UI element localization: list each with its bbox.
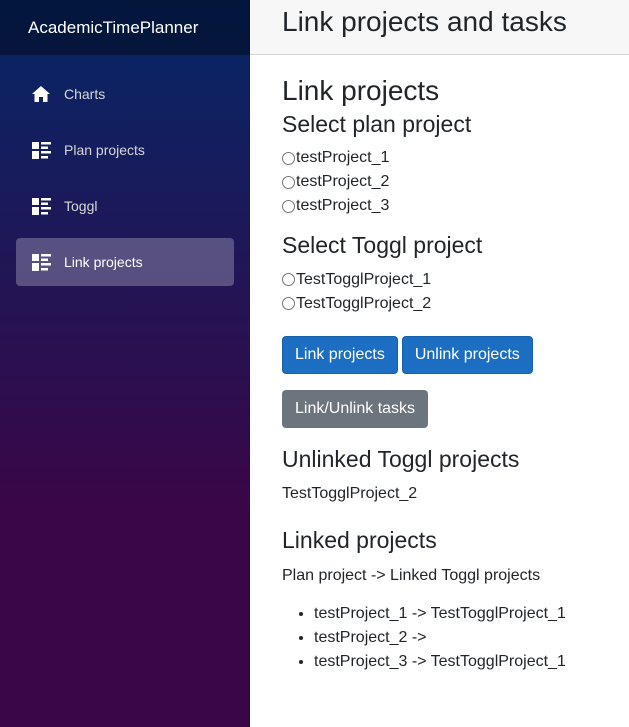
radio-button[interactable] xyxy=(282,175,295,189)
content: Link projects Select plan project testPr… xyxy=(250,55,629,674)
link-button-row: Link projects Unlink projects xyxy=(282,335,629,374)
list-icon xyxy=(31,197,51,215)
plan-option-label: testProject_1 xyxy=(296,149,390,167)
linked-list: testProject_1 -> TestTogglProject_1 test… xyxy=(282,602,629,674)
toggl-option-2[interactable]: TestTogglProject_2 xyxy=(282,292,629,316)
page-title: Link projects xyxy=(282,75,440,106)
nav-label-charts: Charts xyxy=(64,86,106,102)
nav-item-plan-projects: Plan projects xyxy=(0,122,250,178)
plan-option-label: testProject_2 xyxy=(296,173,390,191)
plan-option-3[interactable]: testProject_3 xyxy=(282,194,629,218)
list-item: testProject_3 -> TestTogglProject_1 xyxy=(314,650,629,674)
nav-label-plan-projects: Plan projects xyxy=(64,142,145,158)
sidebar: AcademicTimePlanner Charts Plan projects xyxy=(0,0,250,727)
top-row: Link projects and tasks xyxy=(250,0,629,55)
toggl-project-group: Select Toggl project TestTogglProject_1 … xyxy=(282,232,629,316)
nav-link-link-projects[interactable]: Link projects xyxy=(16,238,234,286)
home-icon xyxy=(31,85,51,103)
toggl-section-title: Select Toggl project xyxy=(282,232,483,259)
nav-item-link-projects: Link projects xyxy=(0,234,250,290)
toggl-option-label: TestTogglProject_2 xyxy=(296,294,432,312)
nav-menu: Charts Plan projects Toggl Link projects xyxy=(0,55,250,290)
brand-bar: AcademicTimePlanner xyxy=(0,0,250,55)
app-brand[interactable]: AcademicTimePlanner xyxy=(28,18,198,38)
linked-title: Linked projects xyxy=(282,527,437,554)
toggl-option-1[interactable]: TestTogglProject_1 xyxy=(282,268,629,292)
radio-button[interactable] xyxy=(282,199,295,213)
plan-option-1[interactable]: testProject_1 xyxy=(282,146,629,170)
nav-label-link-projects: Link projects xyxy=(64,254,143,270)
nav-item-toggl: Toggl xyxy=(0,178,250,234)
list-icon xyxy=(31,141,51,159)
unlinked-title: Unlinked Toggl projects xyxy=(282,445,520,472)
plan-section-title: Select plan project xyxy=(282,110,472,137)
nav-item-charts: Charts xyxy=(0,66,250,122)
nav-label-toggl: Toggl xyxy=(64,198,98,214)
list-item: testProject_2 -> xyxy=(314,626,629,650)
plan-option-2[interactable]: testProject_2 xyxy=(282,170,629,194)
linked-subtitle: Plan project -> Linked Toggl projects xyxy=(282,566,541,584)
page-header-title: Link projects and tasks xyxy=(282,6,567,37)
toggl-option-label: TestTogglProject_1 xyxy=(296,270,432,288)
plan-project-group: Select plan project testProject_1 testPr… xyxy=(282,111,629,219)
plan-option-label: testProject_3 xyxy=(296,197,390,215)
tasks-button-row: Link/Unlink tasks xyxy=(282,389,629,428)
nav-link-charts[interactable]: Charts xyxy=(16,70,234,118)
radio-button[interactable] xyxy=(282,273,295,287)
unlink-projects-button[interactable]: Unlink projects xyxy=(401,335,533,374)
nav-link-plan-projects[interactable]: Plan projects xyxy=(16,126,234,174)
link-unlink-tasks-button[interactable]: Link/Unlink tasks xyxy=(282,389,429,428)
list-item: testProject_1 -> TestTogglProject_1 xyxy=(314,602,629,626)
radio-button[interactable] xyxy=(282,151,295,165)
radio-button[interactable] xyxy=(282,297,295,311)
unlinked-item: TestTogglProject_2 xyxy=(282,485,418,503)
main-area: Link projects and tasks Link projects Se… xyxy=(250,0,629,727)
nav-link-toggl[interactable]: Toggl xyxy=(16,182,234,230)
list-icon xyxy=(31,253,51,271)
link-projects-button[interactable]: Link projects xyxy=(282,335,398,374)
